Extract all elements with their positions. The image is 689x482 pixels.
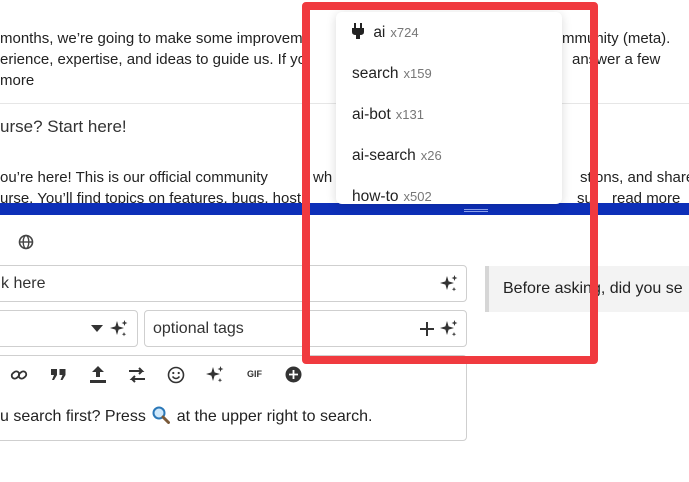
link-icon[interactable]	[10, 366, 28, 384]
topic-excerpt-line: more	[0, 72, 35, 89]
category-select[interactable]	[0, 310, 138, 347]
editor-text-part: u search first? Press	[0, 408, 146, 425]
globe-icon[interactable]	[18, 234, 34, 250]
plus-circle-icon[interactable]	[285, 366, 302, 383]
magnifier-emoji-icon	[152, 406, 171, 424]
quote-icon[interactable]	[50, 367, 67, 382]
editor-content[interactable]: u search first? Press at the upper right…	[0, 406, 372, 426]
highlight-annotation-box	[302, 2, 598, 364]
topic-excerpt-line: erience, expertise, and ideas to guide u…	[0, 51, 307, 68]
swap-icon[interactable]	[127, 366, 147, 384]
editor-text-part: at the upper right to search.	[176, 408, 373, 425]
gif-button[interactable]: GIF	[247, 369, 262, 379]
upload-icon[interactable]	[89, 365, 107, 384]
topic-title-start-here[interactable]: urse? Start here!	[0, 117, 127, 137]
ai-sparkle-icon[interactable]	[109, 319, 129, 339]
tags-placeholder: optional tags	[153, 320, 244, 337]
topic-excerpt-line: months, we’re going to make some improve…	[0, 30, 303, 47]
composer-editor[interactable]	[0, 355, 467, 441]
emoji-icon[interactable]	[167, 366, 185, 384]
chevron-down-icon	[91, 325, 103, 333]
topic-excerpt-line: ou’re here! This is our official communi…	[0, 169, 268, 186]
ai-sparkle-icon[interactable]	[205, 365, 225, 385]
title-input-placeholder: k here	[1, 275, 46, 292]
